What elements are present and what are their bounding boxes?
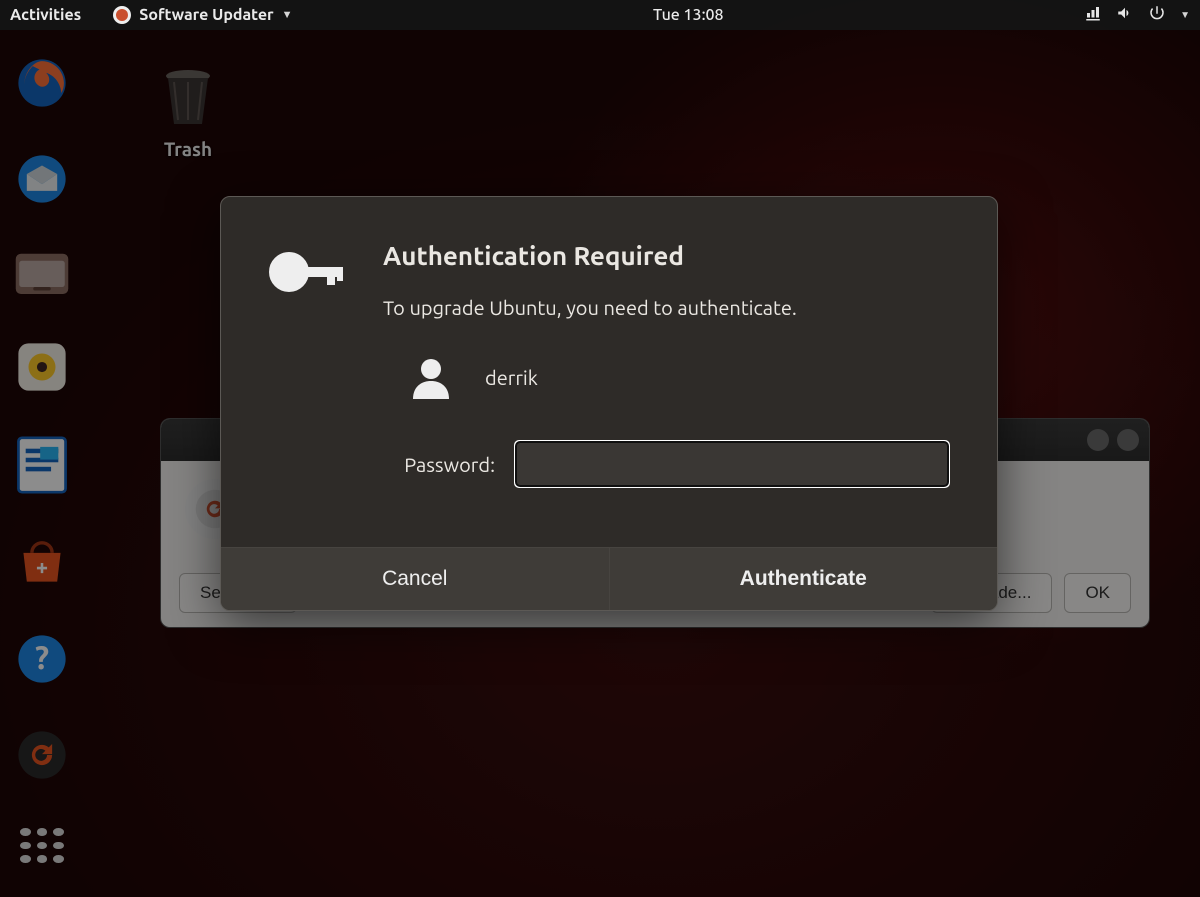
software-updater-icon <box>113 6 131 24</box>
power-icon[interactable] <box>1148 4 1166 26</box>
top-panel: Activities Software Updater ▼ Tue 13:08 … <box>0 0 1200 30</box>
authenticate-button[interactable]: Authenticate <box>610 548 998 610</box>
app-menu-label: Software Updater <box>139 6 273 24</box>
volume-icon[interactable] <box>1116 4 1134 26</box>
app-menu[interactable]: Software Updater ▼ <box>113 6 292 24</box>
auth-message: To upgrade Ubuntu, you need to authentic… <box>383 296 949 319</box>
cancel-button[interactable]: Cancel <box>221 548 610 610</box>
authentication-dialog: Authentication Required To upgrade Ubunt… <box>220 196 998 611</box>
chevron-down-icon: ▼ <box>282 9 293 21</box>
network-icon[interactable] <box>1084 4 1102 26</box>
auth-username: derrik <box>485 366 538 389</box>
key-icon <box>269 241 347 487</box>
clock[interactable]: Tue 13:08 <box>293 6 1085 24</box>
password-input[interactable] <box>515 441 949 487</box>
auth-title: Authentication Required <box>383 241 949 270</box>
activities-button[interactable]: Activities <box>10 6 81 24</box>
system-menu-chevron-icon[interactable]: ▼ <box>1180 9 1190 21</box>
user-avatar-icon <box>407 353 455 401</box>
password-label: Password: <box>383 453 495 476</box>
